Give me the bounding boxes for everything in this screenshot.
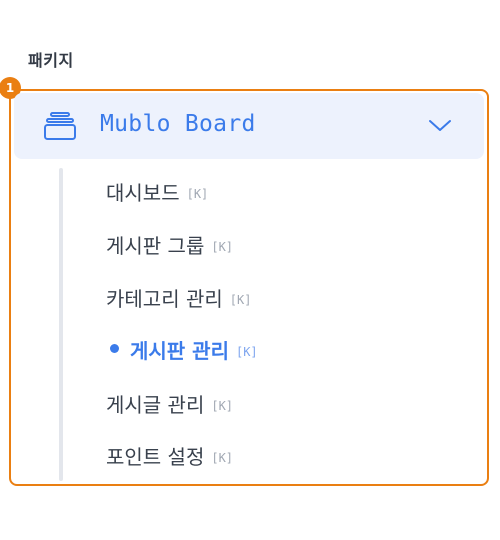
shortcut-hint: [K] bbox=[211, 451, 234, 465]
menu-item-category-manage[interactable]: 카테고리 관리 [K] bbox=[106, 281, 251, 313]
menu-item-label: 포인트 설정 bbox=[106, 444, 205, 469]
menu-item-label: 게시판 관리 bbox=[130, 338, 229, 363]
chevron-down-icon[interactable] bbox=[428, 115, 452, 135]
shortcut-hint: [K] bbox=[211, 240, 234, 254]
package-title: Mublo Board bbox=[100, 111, 256, 137]
menu-item-label: 카테고리 관리 bbox=[106, 286, 223, 311]
menu-item-point-settings[interactable]: 포인트 설정 [K] bbox=[106, 439, 233, 471]
menu-item-label: 게시판 그룹 bbox=[106, 233, 205, 258]
menu-item-label: 대시보드 bbox=[106, 180, 180, 205]
shortcut-hint: [K] bbox=[229, 293, 252, 307]
menu-item-dashboard[interactable]: 대시보드 [K] bbox=[106, 175, 208, 207]
shortcut-hint: [K] bbox=[186, 187, 209, 201]
menu-item-post-manage[interactable]: 게시글 관리 [K] bbox=[106, 387, 233, 419]
package-header-mublo-board[interactable]: Mublo Board bbox=[14, 93, 484, 159]
section-label: 패키지 bbox=[28, 51, 74, 70]
tree-line bbox=[59, 168, 63, 481]
shortcut-hint: [K] bbox=[235, 345, 258, 359]
menu-item-label: 게시글 관리 bbox=[106, 392, 205, 417]
menu-item-board-manage[interactable]: 게시판 관리 [K] bbox=[110, 333, 258, 365]
shortcut-hint: [K] bbox=[211, 399, 234, 413]
stack-icon bbox=[44, 112, 76, 140]
active-dot-indicator bbox=[110, 344, 119, 353]
menu-item-board-group[interactable]: 게시판 그룹 [K] bbox=[106, 228, 233, 260]
